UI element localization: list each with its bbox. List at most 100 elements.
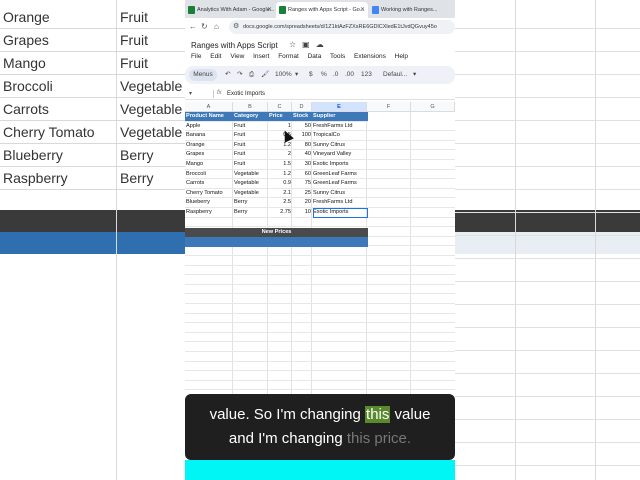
- table-cell[interactable]: 1.2: [268, 141, 292, 151]
- table-row[interactable]: Mango Fruit 1.5 30 Exotic Imports: [185, 160, 455, 170]
- table-cell[interactable]: GreenLeaf Farms: [312, 179, 367, 189]
- close-tab-icon[interactable]: ✕: [360, 2, 365, 18]
- table-cell[interactable]: 1.2: [268, 170, 292, 180]
- table-cell[interactable]: Orange: [185, 141, 233, 151]
- move-folder-icon[interactable]: ▣: [302, 40, 316, 49]
- table-cell[interactable]: GreenLeaf Farms: [312, 170, 367, 180]
- table-row[interactable]: Carrots Vegetable 0.9 75 GreenLeaf Farms: [185, 179, 455, 189]
- table-cell[interactable]: Grapes: [185, 150, 233, 160]
- table-cell[interactable]: TropicalCo: [312, 131, 367, 141]
- table-cell[interactable]: Vineyard Valley: [312, 150, 367, 160]
- table-cell[interactable]: Fruit: [233, 141, 268, 151]
- table-cell[interactable]: Berry: [233, 198, 268, 208]
- close-tab-icon[interactable]: ✕: [267, 2, 272, 18]
- table-row[interactable]: Blueberry Berry 2.5 20 FreshFarms Ltd: [185, 198, 455, 208]
- menu-extensions[interactable]: Extensions: [354, 53, 386, 60]
- table-cell[interactable]: Vegetable: [233, 170, 268, 180]
- table-cell[interactable]: Vegetable: [233, 189, 268, 199]
- table-cell[interactable]: Cherry Tomato: [185, 189, 233, 199]
- font-chevron-icon[interactable]: ▾: [413, 69, 416, 81]
- column-title[interactable]: Product Name: [185, 112, 233, 122]
- table-cell[interactable]: Carrots: [185, 179, 233, 189]
- table-cell[interactable]: Fruit: [233, 150, 268, 160]
- table-cell[interactable]: FreshFarms Ltd: [312, 198, 367, 208]
- table-cell[interactable]: 0.9: [268, 179, 292, 189]
- url-field[interactable]: ⚙ docs.google.com/spreadsheets/d/1Z1ktAz…: [229, 20, 455, 34]
- table-cell[interactable]: Blueberry: [185, 198, 233, 208]
- table-cell[interactable]: 30: [292, 160, 312, 170]
- table-header-row[interactable]: Product Name Category Price Stock Supplier: [185, 112, 368, 122]
- column-header-b[interactable]: B: [233, 102, 268, 112]
- table-row[interactable]: Cherry Tomato Vegetable 2.1 25 Sunny Citrus: [185, 189, 455, 199]
- font-select[interactable]: Defaul...: [383, 69, 407, 81]
- table-cell[interactable]: Fruit: [233, 160, 268, 170]
- name-box-chevron-icon[interactable]: ▾: [189, 88, 192, 100]
- tab-ranges[interactable]: Ranges with Apps Script - Go... ✕: [276, 2, 368, 18]
- column-header-e[interactable]: E: [312, 102, 367, 112]
- table-cell[interactable]: Vegetable: [233, 179, 268, 189]
- zoom-chevron-icon[interactable]: ▾: [295, 69, 298, 81]
- table-row[interactable]: Banana Fruit 0.5 100 TropicalCo: [185, 131, 455, 141]
- tab-working-with-ranges[interactable]: Working with Ranges...: [369, 2, 455, 18]
- column-header-a[interactable]: A: [185, 102, 233, 112]
- column-header-f[interactable]: F: [367, 102, 411, 112]
- table-cell[interactable]: Berry: [233, 208, 268, 218]
- column-header-d[interactable]: D: [292, 102, 312, 112]
- menu-tools[interactable]: Tools: [330, 53, 345, 60]
- table-cell[interactable]: Fruit: [233, 131, 268, 141]
- reload-icon[interactable]: ↻: [201, 21, 208, 33]
- column-header-g[interactable]: G: [411, 102, 455, 112]
- menu-data[interactable]: Data: [308, 53, 322, 60]
- paint-format-icon[interactable]: 🖌: [261, 69, 269, 81]
- table-cell[interactable]: Raspberry: [185, 208, 233, 218]
- table-cell[interactable]: 2.75: [268, 208, 292, 218]
- percent-format-button[interactable]: %: [321, 69, 327, 81]
- table-cell[interactable]: Broccoli: [185, 170, 233, 180]
- menu-edit[interactable]: Edit: [210, 53, 221, 60]
- selected-cell[interactable]: [313, 208, 368, 218]
- table-row[interactable]: Grapes Fruit 2 40 Vineyard Valley: [185, 150, 455, 160]
- table-cell[interactable]: 75: [292, 179, 312, 189]
- table-cell[interactable]: 2.5: [268, 198, 292, 208]
- menu-insert[interactable]: Insert: [253, 53, 269, 60]
- cloud-status-icon[interactable]: ☁: [316, 40, 330, 49]
- menu-view[interactable]: View: [230, 53, 244, 60]
- column-header-c[interactable]: C: [268, 102, 292, 112]
- document-title[interactable]: Ranges with Apps Script: [191, 41, 278, 50]
- column-title[interactable]: Category: [233, 112, 268, 122]
- menu-file[interactable]: File: [191, 53, 201, 60]
- table-cell[interactable]: 50: [292, 122, 312, 132]
- column-title[interactable]: Stock: [292, 112, 312, 122]
- currency-format-button[interactable]: $: [309, 69, 313, 81]
- table-cell[interactable]: 40: [292, 150, 312, 160]
- table-cell[interactable]: Mango: [185, 160, 233, 170]
- table-cell[interactable]: 25: [292, 189, 312, 199]
- table-cell[interactable]: Apple: [185, 122, 233, 132]
- table-cell[interactable]: 1.5: [268, 160, 292, 170]
- table-cell[interactable]: 80: [292, 141, 312, 151]
- table-cell[interactable]: Fruit: [233, 122, 268, 132]
- table-cell[interactable]: 2: [268, 150, 292, 160]
- table-cell[interactable]: 60: [292, 170, 312, 180]
- site-info-icon[interactable]: ⚙: [233, 20, 239, 34]
- zoom-select[interactable]: 100%: [275, 69, 292, 81]
- menu-help[interactable]: Help: [395, 53, 408, 60]
- table-cell[interactable]: Sunny Citrus: [312, 141, 367, 151]
- formula-input[interactable]: Exotic Imports: [227, 89, 265, 99]
- table-cell[interactable]: Banana: [185, 131, 233, 141]
- star-icon[interactable]: ☆: [289, 40, 302, 49]
- table-cell[interactable]: Sunny Citrus: [312, 189, 367, 199]
- column-title[interactable]: Price: [268, 112, 292, 122]
- table-cell[interactable]: 2.1: [268, 189, 292, 199]
- table-cell[interactable]: 10: [292, 208, 312, 218]
- decrease-decimal-button[interactable]: .0: [333, 69, 338, 81]
- table-row[interactable]: Broccoli Vegetable 1.2 60 GreenLeaf Farms: [185, 170, 455, 180]
- redo-icon[interactable]: ↷: [237, 69, 242, 81]
- table-cell[interactable]: 100: [292, 131, 312, 141]
- undo-icon[interactable]: ↶: [225, 69, 230, 81]
- column-title[interactable]: Supplier: [312, 112, 367, 122]
- table-row[interactable]: Apple Fruit 1 50 FreshFarms Ltd: [185, 122, 455, 132]
- tab-analytics[interactable]: Analytics With Adam - Google... ✕: [185, 2, 275, 18]
- increase-decimal-button[interactable]: .00: [345, 69, 354, 81]
- table-cell[interactable]: 20: [292, 198, 312, 208]
